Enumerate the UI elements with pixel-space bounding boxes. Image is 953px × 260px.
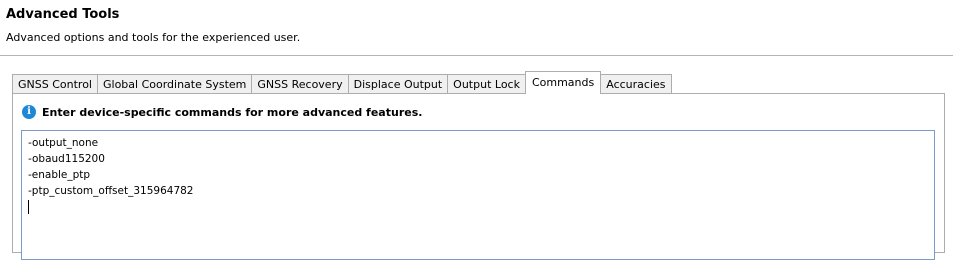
page-title: Advanced Tools <box>6 7 120 22</box>
tab-gnss-control[interactable]: GNSS Control <box>12 74 98 94</box>
commands-panel: i Enter device-specific commands for mor… <box>12 93 945 260</box>
info-banner: i Enter device-specific commands for mor… <box>22 105 422 119</box>
tab-commands[interactable]: Commands <box>524 71 602 94</box>
text-caret <box>28 200 29 214</box>
info-icon: i <box>22 105 36 119</box>
tab-global-coordinate-system[interactable]: Global Coordinate System <box>96 74 253 94</box>
tab-displace-output[interactable]: Displace Output <box>347 74 449 94</box>
text-caret-line <box>28 199 934 215</box>
header-divider <box>0 55 953 56</box>
tab-strip: GNSS Control Global Coordinate System GN… <box>12 71 672 94</box>
tab-output-lock[interactable]: Output Lock <box>447 74 526 94</box>
commands-textarea[interactable]: -output_none -obaud115200 -enable_ptp -p… <box>21 130 935 260</box>
command-line: -ptp_custom_offset_315964782 <box>28 185 194 197</box>
command-line: -obaud115200 <box>28 153 105 165</box>
tab-gnss-recovery[interactable]: GNSS Recovery <box>251 74 349 94</box>
page-subtitle: Advanced options and tools for the exper… <box>6 31 301 44</box>
command-line: -output_none <box>28 137 99 149</box>
info-text: Enter device-specific commands for more … <box>42 105 423 119</box>
tab-accuracies[interactable]: Accuracies <box>600 74 672 94</box>
command-line: -enable_ptp <box>28 169 91 181</box>
